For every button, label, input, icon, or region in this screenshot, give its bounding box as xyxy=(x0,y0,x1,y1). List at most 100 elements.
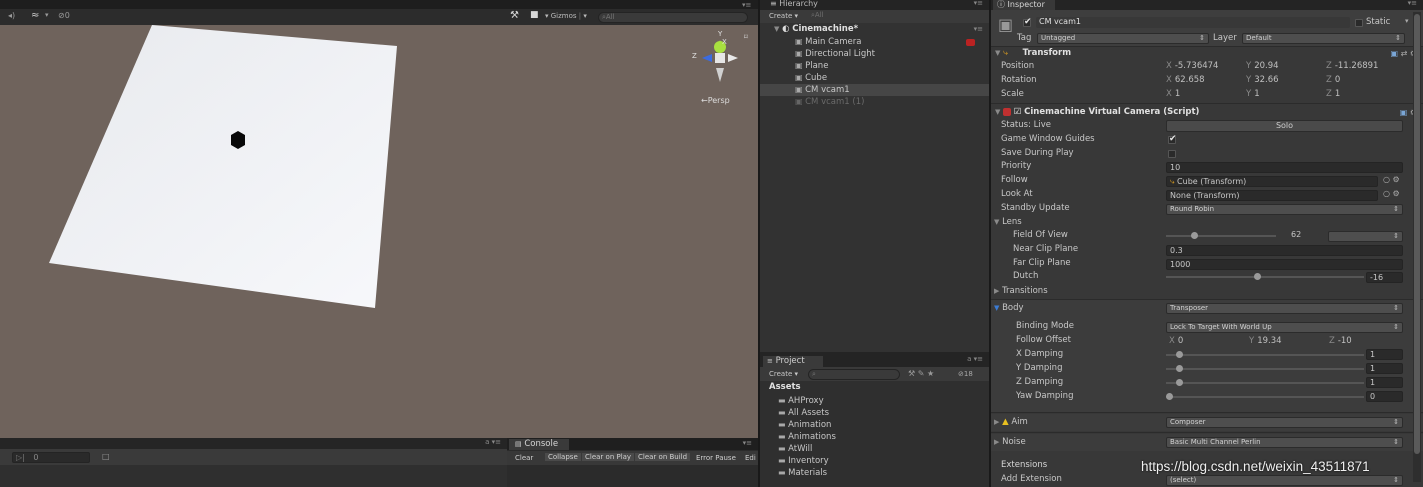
bottom-left-menu-icon[interactable]: a ▾≡ xyxy=(485,438,501,446)
field-of-view-slider-knob[interactable] xyxy=(1191,232,1198,239)
near-clip-plane-field[interactable]: 0.3 xyxy=(1166,245,1403,256)
damping-slider[interactable] xyxy=(1166,348,1364,362)
console-clear-on-play-button[interactable]: Clear on Play xyxy=(582,453,635,461)
project-folder-item[interactable]: ▬ Inventory xyxy=(760,455,989,467)
lens-foldout[interactable]: ▼ Lens xyxy=(991,216,1423,229)
damping-slider[interactable] xyxy=(1166,390,1364,404)
inspector-scrollbar[interactable] xyxy=(1413,12,1421,482)
body-expand-arrow-icon[interactable]: ▼ xyxy=(994,304,999,312)
binding-mode-dropdown[interactable]: Lock To Target With World Up xyxy=(1166,322,1403,333)
damping-field[interactable]: 1 xyxy=(1366,377,1403,388)
follow-offset-z-field[interactable]: Z -10 xyxy=(1329,335,1403,347)
assets-root[interactable]: Assets xyxy=(760,381,989,394)
play-range-field[interactable]: ▷| 0 xyxy=(12,452,90,463)
project-filter-icons[interactable]: ⚒ ✎ ★ xyxy=(908,369,934,378)
field-of-view-slider[interactable] xyxy=(1166,229,1276,243)
gameobject-name-field[interactable]: CM vcam1 xyxy=(1036,17,1350,28)
static-dropdown-icon[interactable]: ▾ xyxy=(1405,17,1409,25)
static-checkbox[interactable] xyxy=(1355,19,1363,27)
project-menu-icon[interactable]: a ▾≡ xyxy=(967,355,983,363)
dutch-field[interactable]: -16 xyxy=(1366,272,1403,283)
scene-menu-icon[interactable]: ▾≡ xyxy=(974,23,983,36)
gameobject-active-checkbox[interactable] xyxy=(1023,17,1032,27)
body-dropdown[interactable]: Transposer xyxy=(1166,303,1403,314)
hierarchy-item[interactable]: ▣ CM vcam1 (1) xyxy=(760,96,989,108)
aim-expand-arrow-icon[interactable]: ▶ xyxy=(994,418,999,426)
console-editor-button[interactable]: Edi xyxy=(745,454,756,462)
lens-expand-arrow-icon[interactable]: ▼ xyxy=(994,218,999,226)
transform-z-field[interactable]: Z1 xyxy=(1326,88,1404,100)
scene-view-panel[interactable]: ◂) ≈ ▾ ⊘0 ⚒ ■ ▾ Gizmos | ▾ ⌕All ▾≡ Y X Z… xyxy=(0,0,758,438)
dutch-slider[interactable] xyxy=(1166,270,1364,284)
dutch-slider-knob[interactable] xyxy=(1254,273,1261,280)
priority-field[interactable]: 10 xyxy=(1166,162,1403,173)
transform-y-field[interactable]: Y 32.66 xyxy=(1246,74,1324,86)
project-create-button[interactable]: Create ▾ xyxy=(769,370,798,378)
transform-y-field[interactable]: Y1 xyxy=(1246,88,1324,100)
scene-expand-arrow-icon[interactable]: ▼ xyxy=(774,25,779,33)
vcam-expand-arrow-icon[interactable]: ▼ xyxy=(995,108,1000,116)
hierarchy-menu-icon[interactable]: ▾≡ xyxy=(974,0,983,7)
look-at-picker-icon[interactable]: ○ ⚙ xyxy=(1383,189,1400,198)
save-during-play-checkbox[interactable] xyxy=(1168,150,1176,158)
damping-field[interactable]: 1 xyxy=(1366,349,1403,360)
damping-field[interactable]: 0 xyxy=(1366,391,1403,402)
inspector-scrollbar-thumb[interactable] xyxy=(1414,14,1420,454)
project-search-input[interactable]: ⌕ xyxy=(808,369,900,380)
hierarchy-search-input[interactable]: ⌕All xyxy=(808,11,983,22)
project-folder-item[interactable]: ▬ AHProxy xyxy=(760,395,989,407)
game-window-guides-checkbox[interactable] xyxy=(1168,134,1177,144)
noise-dropdown[interactable]: Basic Multi Channel Perlin xyxy=(1166,437,1403,448)
layer-dropdown[interactable]: Default xyxy=(1242,33,1405,44)
hierarchy-item[interactable]: ▣ CM vcam1 xyxy=(760,84,989,96)
hierarchy-tab[interactable]: ≡ Hierarchy xyxy=(770,0,818,8)
bottom-left-tool-icon[interactable]: □ xyxy=(102,452,110,461)
transform-expand-arrow-icon[interactable]: ▼ xyxy=(995,49,1000,57)
follow-picker-icon[interactable]: ○ ⚙ xyxy=(1383,175,1400,184)
hierarchy-item[interactable]: ▣ Cube xyxy=(760,72,989,84)
tag-dropdown[interactable]: Untagged xyxy=(1037,33,1209,44)
console-tab[interactable]: ▤ Console xyxy=(509,439,569,450)
follow-object-field[interactable]: ⤷ Cube (Transform) xyxy=(1166,176,1378,187)
scene-orientation-gizmo[interactable]: Y X Z xyxy=(690,30,750,90)
transform-y-field[interactable]: Y 20.94 xyxy=(1246,60,1324,72)
damping-slider-knob[interactable] xyxy=(1176,351,1183,358)
hierarchy-item[interactable]: ▣ Directional Light xyxy=(760,48,989,60)
add-extension-dropdown[interactable]: (select) xyxy=(1166,475,1403,486)
vcam-enabled-checkbox[interactable]: ☑ xyxy=(1014,107,1022,117)
project-folder-item[interactable]: ▬ All Assets xyxy=(760,407,989,419)
project-folder-item[interactable]: ▬ Animations xyxy=(760,431,989,443)
inspector-menu-icon[interactable]: ▾≡ xyxy=(1408,0,1417,7)
transform-x-field[interactable]: X 62.658 xyxy=(1166,74,1244,86)
damping-slider-knob[interactable] xyxy=(1176,365,1183,372)
noise-expand-arrow-icon[interactable]: ▶ xyxy=(994,438,999,446)
console-collapse-button[interactable]: Collapse xyxy=(545,453,581,461)
follow-offset-x-field[interactable]: X0 xyxy=(1169,335,1247,347)
project-folder-item[interactable]: ▬ Materials xyxy=(760,467,989,479)
perspective-label[interactable]: ←Persp xyxy=(701,96,730,105)
console-menu-icon[interactable]: ▾≡ xyxy=(743,439,752,447)
transform-x-field[interactable]: X1 xyxy=(1166,88,1244,100)
transform-z-field[interactable]: Z0 xyxy=(1326,74,1404,86)
solo-button[interactable]: Solo xyxy=(1166,120,1403,132)
console-clear-on-build-button[interactable]: Clear on Build xyxy=(635,453,691,461)
project-folder-item[interactable]: ▬ Animation xyxy=(760,419,989,431)
hierarchy-create-button[interactable]: Create ▾ xyxy=(769,12,798,20)
damping-slider-knob[interactable] xyxy=(1176,379,1183,386)
damping-slider-knob[interactable] xyxy=(1166,393,1173,400)
transitions-expand-arrow-icon[interactable]: ▶ xyxy=(994,287,999,295)
damping-field[interactable]: 1 xyxy=(1366,363,1403,374)
hierarchy-item[interactable]: ▣ Plane xyxy=(760,60,989,72)
project-folder-item[interactable]: ▬ AtWill xyxy=(760,443,989,455)
console-error-pause-button[interactable]: Error Pause xyxy=(696,454,736,462)
hierarchy-scene-row[interactable]: ▼ ◐ Cinemachine* ▾≡ xyxy=(760,23,989,36)
transform-x-field[interactable]: X -5.736474 xyxy=(1166,60,1244,72)
inspector-tab[interactable]: ⓘ Inspector xyxy=(993,0,1055,10)
console-clear-button[interactable]: Clear xyxy=(515,454,533,462)
hierarchy-item[interactable]: ▣ Main Camera xyxy=(760,36,989,48)
far-clip-plane-field[interactable]: 1000 xyxy=(1166,259,1403,270)
fov-preset-dropdown[interactable] xyxy=(1328,231,1403,242)
project-tab[interactable]: ≡ Project xyxy=(763,356,823,367)
field-of-view-value[interactable]: 62 xyxy=(1291,230,1301,239)
damping-slider[interactable] xyxy=(1166,376,1364,390)
